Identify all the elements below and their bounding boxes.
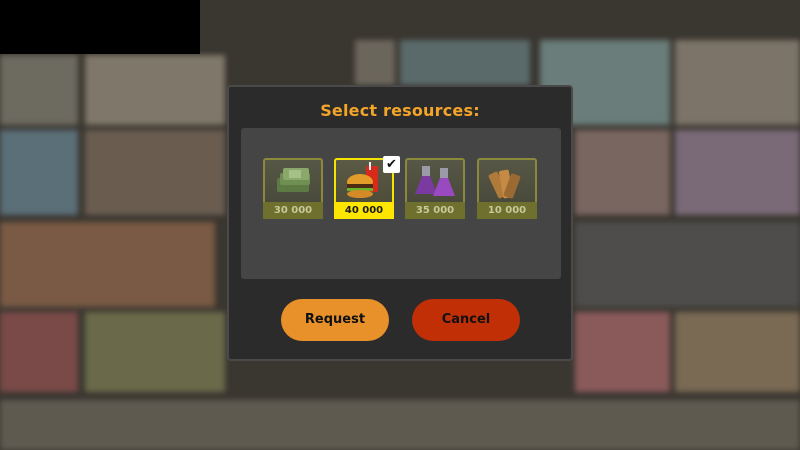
- resource-slot-wood[interactable]: 10 000: [477, 158, 537, 219]
- resource-amount: 10 000: [477, 202, 537, 219]
- request-button[interactable]: Request: [281, 299, 389, 341]
- resource-amount: 30 000: [263, 202, 323, 219]
- resource-amount: 35 000: [405, 202, 465, 219]
- resource-slot-caps[interactable]: 30 000: [263, 158, 323, 219]
- checkmark-icon: ✔: [383, 156, 400, 173]
- dialog-title: Select resources:: [320, 101, 480, 120]
- resource-panel: 30 000 ✔ 40 000 35 000 10 000: [241, 128, 561, 279]
- flask-icon: [415, 166, 455, 196]
- wood-planks-icon: [488, 169, 521, 199]
- cash-stack-icon: [277, 168, 310, 192]
- resource-amount: 40 000: [334, 202, 394, 219]
- resource-box: ✔: [334, 156, 400, 202]
- resource-slot-water[interactable]: 35 000: [405, 158, 465, 219]
- black-overlay-box: [0, 0, 200, 54]
- resource-slot-food[interactable]: ✔ 40 000: [334, 156, 400, 219]
- resource-box: [405, 158, 465, 202]
- resource-box: [263, 158, 323, 202]
- select-resources-dialog: Select resources: 30 000 ✔ 40 000 35 000…: [227, 85, 573, 361]
- resource-box: [477, 158, 537, 202]
- cancel-button[interactable]: Cancel: [412, 299, 520, 341]
